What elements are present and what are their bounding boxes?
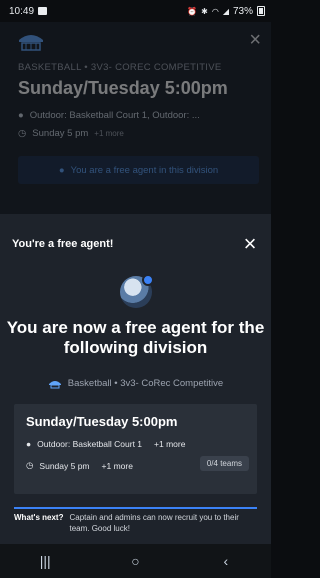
basketball-icon bbox=[48, 379, 62, 389]
sheet-title: You're a free agent! bbox=[12, 238, 114, 250]
time-row: ◷ Sunday 5 pm +1 more bbox=[18, 128, 124, 139]
whats-next-label: What's next? bbox=[14, 513, 64, 522]
free-agent-sheet: You're a free agent! × You are now a fre… bbox=[0, 214, 271, 544]
whats-next-row: What's next? Captain and admins can now … bbox=[14, 512, 257, 534]
free-agent-icon: ● bbox=[58, 164, 65, 176]
breadcrumb: BASKETBALL • 3V3- COREC COMPETITIVE bbox=[18, 62, 222, 73]
wifi-icon: ◠ bbox=[211, 6, 219, 16]
status-time: 10:49 bbox=[9, 5, 35, 17]
location-text: Outdoor: Basketball Court 1, Outdoor: ..… bbox=[29, 110, 200, 121]
sport-division-text: Basketball • 3v3- CoRec Competitive bbox=[67, 378, 224, 389]
background-close-icon[interactable]: × bbox=[249, 30, 261, 50]
card-time-more: +1 more bbox=[101, 460, 133, 471]
navigation-bar: ||| ○ ‹ bbox=[0, 544, 271, 578]
sheet-header: You're a free agent! × bbox=[12, 233, 259, 255]
clock-icon: ◷ bbox=[18, 128, 27, 139]
free-agent-banner: ● You are a free agent in this division bbox=[18, 156, 259, 184]
time-text: Sunday 5 pm bbox=[32, 128, 89, 139]
location-pin-icon: ● bbox=[26, 439, 32, 449]
division-card[interactable]: Sunday/Tuesday 5:00pm ● Outdoor: Basketb… bbox=[14, 404, 257, 494]
bluetooth-icon: ✱ bbox=[201, 6, 208, 16]
card-title: Sunday/Tuesday 5:00pm bbox=[26, 414, 178, 429]
card-location-more: +1 more bbox=[154, 439, 186, 449]
banner-text: You are a free agent in this division bbox=[70, 164, 219, 176]
signal-icon: ◢ bbox=[222, 6, 229, 16]
avatar-badge-icon bbox=[142, 274, 154, 286]
card-time-text: Sunday 5 pm bbox=[39, 460, 90, 471]
photo-notification-icon bbox=[38, 7, 48, 15]
sport-line: Basketball • 3v3- CoRec Competitive bbox=[0, 378, 271, 389]
recents-button[interactable]: ||| bbox=[25, 553, 65, 569]
teams-count-badge: 0/4 teams bbox=[199, 456, 249, 471]
location-row: ● Outdoor: Basketball Court 1, Outdoor: … bbox=[18, 110, 200, 121]
location-pin-icon: ● bbox=[18, 110, 24, 121]
card-location-text: Outdoor: Basketball Court 1 bbox=[37, 439, 143, 449]
card-location-row: ● Outdoor: Basketball Court 1 +1 more bbox=[26, 439, 185, 449]
background-page: × BASKETBALL • 3V3- COREC COMPETITIVE Su… bbox=[0, 22, 271, 214]
battery-percent: 73% bbox=[232, 5, 253, 17]
sheet-headline: You are now a free agent for the followi… bbox=[6, 318, 265, 357]
accent-divider bbox=[14, 507, 257, 509]
alarm-icon: ⏰ bbox=[187, 6, 198, 16]
close-icon[interactable]: × bbox=[241, 233, 259, 255]
app-logo-icon bbox=[16, 30, 46, 52]
status-bar: 10:49 ⏰ ✱ ◠ ◢ 73% bbox=[0, 0, 271, 22]
battery-icon bbox=[257, 6, 265, 16]
back-button[interactable]: ‹ bbox=[206, 553, 246, 569]
page-title: Sunday/Tuesday 5:00pm bbox=[18, 78, 228, 98]
clock-icon: ◷ bbox=[26, 460, 34, 470]
card-time-row: ◷ Sunday 5 pm +1 more bbox=[26, 460, 133, 471]
home-button[interactable]: ○ bbox=[115, 553, 155, 569]
whats-next-text: Captain and admins can now recruit you t… bbox=[69, 513, 239, 533]
time-more: +1 more bbox=[94, 129, 124, 138]
